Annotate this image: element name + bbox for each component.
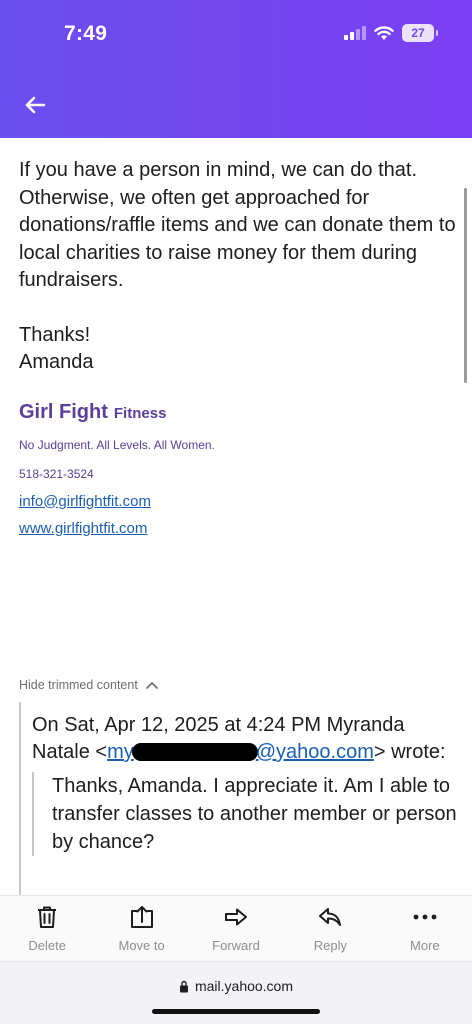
battery-icon: 27 — [402, 24, 438, 42]
nested-quote: Thanks, Amanda. I appreciate it. Am I ab… — [32, 772, 459, 856]
url-display[interactable]: mail.yahoo.com — [0, 978, 472, 994]
hide-trimmed-label: Hide trimmed content — [19, 678, 138, 692]
action-toolbar: Delete Move to Forward Reply More — [0, 895, 472, 961]
signature-email-link[interactable]: info@girlfightfit.com — [19, 493, 459, 510]
home-indicator[interactable] — [152, 1009, 320, 1014]
signature-website-link[interactable]: www.girlfightfit.com — [19, 520, 459, 537]
forward-button[interactable]: Forward — [189, 896, 283, 961]
chevron-up-icon — [146, 682, 158, 689]
browser-url-bar[interactable]: mail.yahoo.com — [0, 961, 472, 1024]
reply-arrow-icon — [319, 908, 342, 926]
signature-phone[interactable]: 518-321-3524 — [19, 467, 459, 481]
thanks-text: Thanks! — [19, 323, 91, 346]
battery-level: 27 — [411, 26, 425, 40]
brand-sub: Fitness — [113, 404, 167, 422]
quote-header: On Sat, Apr 12, 2025 at 4:24 PM Myranda … — [32, 702, 459, 766]
signature-brand: Girl Fight Fitness — [19, 401, 459, 424]
hide-trimmed-toggle[interactable]: Hide trimmed content — [19, 678, 158, 692]
email-visible-start: my — [107, 741, 134, 763]
email-signoff: Thanks! Amanda — [19, 322, 459, 377]
url-text: mail.yahoo.com — [194, 978, 294, 994]
reply-button[interactable]: Reply — [283, 896, 377, 961]
trash-icon — [38, 906, 57, 928]
forward-label: Forward — [212, 938, 260, 953]
delete-label: Delete — [28, 938, 66, 953]
arrow-left-icon — [25, 96, 46, 114]
quoted-email-link[interactable]: my @yahoo.com — [107, 741, 374, 763]
email-visible-end: @yahoo.com — [255, 741, 374, 763]
move-to-label: Move to — [118, 938, 165, 953]
email-body: If you have a person in mind, we can do … — [19, 157, 459, 537]
back-button[interactable] — [20, 90, 50, 120]
lock-icon — [179, 980, 188, 992]
sender-name: Amanda — [19, 351, 94, 373]
status-icons: 27 — [344, 24, 438, 42]
quote-header-end: > wrote: — [373, 741, 446, 763]
app-header: 7:49 27 — [0, 0, 472, 138]
redaction-mark — [131, 743, 258, 761]
move-folder-icon — [130, 906, 153, 928]
reply-label: Reply — [313, 938, 348, 953]
quoted-message: On Sat, Apr 12, 2025 at 4:24 PM Myranda … — [19, 702, 459, 902]
forward-arrow-icon — [225, 908, 248, 926]
cellular-signal-icon — [344, 26, 366, 40]
email-paragraph: If you have a person in mind, we can do … — [19, 159, 456, 291]
more-button[interactable]: More — [378, 896, 472, 961]
delete-button[interactable]: Delete — [0, 896, 94, 961]
move-to-button[interactable]: Move to — [94, 896, 188, 961]
more-label: More — [410, 938, 440, 953]
signature-tagline: No Judgment. All Levels. All Women. — [19, 437, 215, 452]
quoted-message-text: Thanks, Amanda. I appreciate it. Am I ab… — [52, 775, 457, 853]
more-dots-icon — [413, 914, 437, 920]
brand-name: Girl Fight — [19, 400, 108, 423]
status-time: 7:49 — [64, 22, 108, 45]
wifi-icon — [374, 25, 394, 40]
scrollbar[interactable] — [464, 188, 467, 383]
